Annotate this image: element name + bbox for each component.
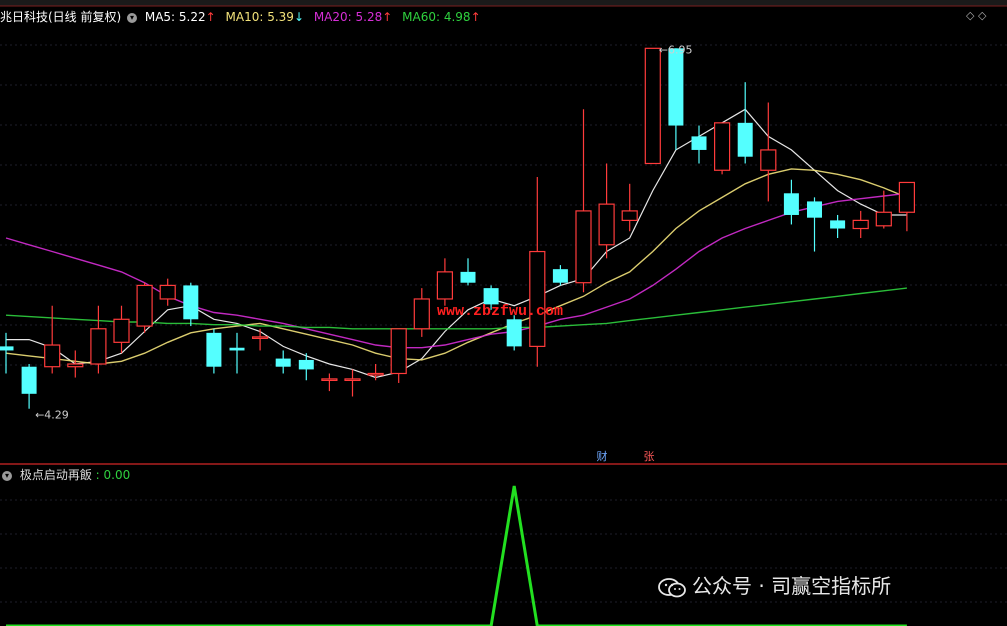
- candle-body: [0, 346, 14, 351]
- candle[interactable]: [713, 122, 731, 175]
- candle[interactable]: [390, 328, 407, 383]
- candle-body: [413, 298, 430, 330]
- candle[interactable]: [367, 364, 384, 381]
- indicator-header: ▾ 极点启动再飯 : 0.00: [0, 466, 130, 482]
- candle-body: [67, 363, 84, 368]
- candle-body: [529, 250, 546, 347]
- indicator-settings-icon[interactable]: ▾: [2, 470, 12, 481]
- watermark-text: 公众号 · 司赢空指标所: [692, 574, 892, 598]
- candle[interactable]: [67, 350, 84, 378]
- candle-body: [552, 269, 568, 283]
- candle[interactable]: [436, 258, 453, 306]
- candle-body: [113, 318, 130, 343]
- candle[interactable]: [21, 364, 37, 409]
- candle-body: [668, 48, 684, 126]
- candle[interactable]: [136, 282, 153, 333]
- candle-body: [807, 201, 822, 218]
- candle-body: [483, 288, 499, 305]
- candle[interactable]: [807, 197, 822, 252]
- candle[interactable]: [898, 181, 916, 232]
- candle-body: [298, 359, 314, 370]
- candle-body: [275, 358, 291, 367]
- candle[interactable]: [760, 102, 777, 202]
- candle-body: [436, 271, 453, 300]
- indicator-line: [6, 485, 907, 626]
- candle-body: [598, 203, 615, 246]
- badge-zhang[interactable]: 张: [641, 450, 657, 464]
- candle[interactable]: [737, 82, 753, 164]
- candle[interactable]: [183, 282, 199, 327]
- candle-body: [644, 47, 661, 165]
- candle[interactable]: [460, 258, 476, 286]
- candle[interactable]: [113, 305, 130, 354]
- badge-cai[interactable]: 财: [594, 450, 610, 464]
- candle-body: [136, 284, 153, 327]
- candle[interactable]: [506, 315, 522, 351]
- candle[interactable]: [44, 305, 61, 374]
- candle-body: [21, 366, 37, 394]
- candle-body: [90, 328, 107, 365]
- candle-body: [575, 210, 592, 284]
- candle[interactable]: [668, 48, 684, 150]
- candle-body: [44, 344, 61, 368]
- candle[interactable]: [344, 369, 361, 397]
- candle-body: [713, 122, 731, 171]
- candle-body: [183, 285, 199, 320]
- candle[interactable]: [206, 328, 222, 374]
- candle-body: [783, 193, 799, 215]
- candle-body: [390, 328, 407, 375]
- candle-body: [206, 332, 222, 367]
- indicator-value: : 0.00: [95, 468, 131, 482]
- candle-body: [367, 372, 384, 376]
- candle-body: [460, 271, 476, 283]
- candle[interactable]: [852, 210, 869, 238]
- candle[interactable]: [275, 350, 291, 374]
- candle[interactable]: [552, 265, 568, 286]
- candle[interactable]: [229, 332, 245, 374]
- candle-body: [852, 219, 869, 230]
- candle-body: [321, 378, 338, 382]
- candle[interactable]: [252, 328, 269, 351]
- candle-body: [737, 122, 753, 157]
- candle[interactable]: [644, 47, 661, 165]
- candle[interactable]: [413, 288, 430, 337]
- price-annotation-high: ←6.95: [659, 43, 693, 56]
- price-annotation-low: ←4.29: [35, 409, 69, 422]
- candle[interactable]: [529, 177, 546, 367]
- indicator-name: 极点启动再飯: [19, 468, 92, 482]
- candle-body: [229, 347, 245, 351]
- candle[interactable]: [691, 125, 707, 164]
- candle[interactable]: [830, 214, 846, 238]
- candle-body: [344, 378, 361, 382]
- candle[interactable]: [159, 278, 176, 306]
- candle-body: [252, 336, 269, 340]
- wechat-watermark: 公众号 · 司赢空指标所: [658, 570, 891, 599]
- wechat-icon: [658, 577, 686, 597]
- candle-body: [159, 284, 176, 300]
- candle-body: [830, 220, 846, 229]
- candle-body: [621, 210, 638, 221]
- candle-body: [506, 319, 522, 347]
- candle[interactable]: [321, 373, 338, 392]
- candle[interactable]: [575, 109, 592, 293]
- candle[interactable]: [90, 305, 107, 374]
- candle[interactable]: [783, 179, 799, 225]
- candle-body: [875, 211, 892, 227]
- candle[interactable]: [598, 163, 615, 259]
- candle[interactable]: [621, 183, 638, 232]
- website-watermark: www.zbzfwu.com: [437, 303, 564, 320]
- candle-body: [691, 136, 707, 150]
- candle-body: [760, 149, 777, 171]
- candle-body: [898, 181, 916, 213]
